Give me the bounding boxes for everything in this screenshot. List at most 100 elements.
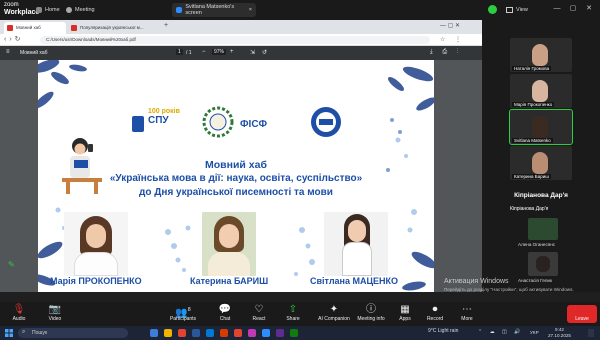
chrome-profile-icon[interactable]	[234, 329, 242, 337]
browser-tab-label: Мовний хаб	[16, 25, 41, 30]
logo-100-years: 100 років	[148, 108, 180, 115]
edge-icon[interactable]	[206, 329, 214, 337]
excel-icon[interactable]	[290, 329, 298, 337]
participant-video-name: Марія Прокопенко	[512, 102, 555, 107]
crest-logo-icon	[132, 116, 144, 132]
participants-button[interactable]: 👥8 Participants	[166, 304, 200, 322]
hamburger-menu-icon[interactable]: ≡	[6, 49, 10, 55]
institute-seal-icon	[311, 107, 341, 137]
browser-tab-label: Популяризація української м...	[80, 25, 144, 30]
zoom-level-input[interactable]: 97%	[212, 49, 227, 55]
participant-list-item[interactable]: Алена Оганесянс	[518, 242, 588, 247]
browser-tab[interactable]: Популяризація української м...	[68, 22, 160, 34]
photos-icon[interactable]	[248, 329, 256, 337]
browser-tab-active[interactable]: Мовний хаб	[4, 22, 66, 34]
show-desktop-icon[interactable]	[588, 329, 594, 337]
speaker-name-3: Світлана МАЦЕНКО	[310, 276, 399, 286]
participant-video-name: Катерина Бариш	[512, 174, 551, 179]
pdf-favicon-icon	[7, 25, 13, 31]
taskbar-clock[interactable]: 9:42 27.10.2025	[548, 327, 571, 339]
speaker-name-1: Марія ПРОКОПЕНКО	[50, 276, 142, 286]
fit-page-icon[interactable]: ⇲	[250, 49, 255, 56]
pdf-favicon-icon	[71, 25, 77, 31]
windows-activation-watermark: Активация Windows Перейдіть до розділу "…	[444, 278, 574, 294]
participant-video-name: Наталія Громова	[512, 66, 552, 71]
participant-video-active-speaker[interactable]: Svitlana Matsenko	[509, 109, 573, 145]
minimize-icon[interactable]: —	[552, 4, 562, 14]
new-tab-icon[interactable]: +	[164, 22, 168, 29]
close-tab-icon[interactable]: ×	[249, 7, 252, 13]
taskbar-search[interactable]: ⌕ Пошук	[18, 328, 128, 338]
address-input[interactable]: C:/Users/usr/Downloads/Мовний%20хаб.pdf	[40, 36, 430, 44]
apps-button[interactable]: ▦ Apps	[390, 304, 420, 322]
activation-subtitle: Перейдіть до розділу "Настройки", щоб ак…	[444, 287, 574, 292]
video-label: Video	[48, 316, 62, 322]
browser-menu-icon[interactable]: ☆ ⋮	[440, 36, 465, 43]
download-print-icons[interactable]: ⤓ ⎙ ⋮	[430, 49, 462, 56]
react-button[interactable]: ♡ React	[244, 304, 274, 322]
wreath-emblem-icon	[202, 106, 234, 138]
close-icon[interactable]: ✕	[584, 4, 594, 14]
participant-video[interactable]: Наталія Громова	[510, 38, 572, 72]
participants-label: Participants	[169, 316, 197, 322]
security-shield-icon[interactable]	[488, 5, 497, 14]
taskbar-search-placeholder: Пошук	[32, 330, 48, 336]
record-button[interactable]: ⏺ Record	[420, 304, 450, 322]
zoom-in-icon[interactable]: +	[230, 49, 234, 55]
keyboard-language[interactable]: УКР	[530, 330, 539, 335]
leave-button[interactable]: Leave	[567, 305, 597, 323]
zoom-app-icon[interactable]	[262, 329, 270, 337]
tab-home[interactable]: Home	[36, 4, 60, 16]
camera-icon: 📷	[48, 304, 62, 315]
microphone-icon: 🎙	[12, 304, 26, 315]
ai-companion-label: AI Companion	[318, 316, 350, 322]
grid-icon	[506, 7, 513, 13]
participant-face	[532, 80, 548, 102]
window-controls[interactable]: — ▢ ✕	[440, 22, 460, 29]
chat-button[interactable]: 💬 Chat	[210, 304, 240, 322]
powerpoint-icon[interactable]	[220, 329, 228, 337]
view-button[interactable]: View	[506, 4, 528, 16]
annotate-pen-icon[interactable]: ✎	[8, 260, 18, 269]
task-view-icon[interactable]	[150, 329, 158, 337]
maximize-icon[interactable]: ▢	[568, 4, 578, 14]
speaker-name-tile[interactable]: Кіпріанова Дар'я	[488, 192, 594, 199]
page-number-input[interactable]: 1	[176, 49, 183, 55]
audio-label: Audio	[12, 316, 26, 322]
more-button[interactable]: ⋯ More	[452, 304, 482, 322]
meeting-info-label: Meeting info	[357, 316, 385, 322]
audio-button[interactable]: 🎙 Audio	[4, 304, 34, 322]
participant-list-item[interactable]: Кіпріанова Дар'я	[510, 206, 580, 212]
teams-icon[interactable]	[276, 329, 284, 337]
share-button[interactable]: ⇧ Share	[278, 304, 308, 322]
participant-video[interactable]: Катерина Бариш	[510, 146, 572, 180]
zoom-out-icon[interactable]: −	[202, 49, 206, 55]
word-icon[interactable]	[192, 329, 200, 337]
people-icon: 👥8	[175, 307, 191, 319]
slide-title-line3: до Дня української писемності та мови	[139, 187, 333, 198]
rotate-icon[interactable]: ↺	[262, 49, 267, 56]
zoom-title-bar: zoom Workplace Home Meeting Svitlana Mat…	[0, 0, 600, 20]
system-tray-icons[interactable]: ⌃ ☁ ◫ 🔊	[478, 329, 523, 335]
tab-shared-screen-label: Svitlana Matsenko's screen	[185, 4, 235, 16]
participant-thumbnail[interactable]	[528, 218, 558, 240]
weather-widget[interactable]: 9°C Light rain	[428, 328, 458, 334]
ai-companion-button[interactable]: ✦ AI Companion	[314, 304, 354, 322]
video-button[interactable]: 📷 Video	[40, 304, 70, 322]
meeting-info-button[interactable]: ⓘ Meeting info	[354, 304, 388, 322]
file-explorer-icon[interactable]	[164, 329, 172, 337]
windows-start-icon[interactable]	[5, 329, 13, 337]
tab-meeting[interactable]: Meeting	[66, 4, 95, 16]
participant-thumbnail[interactable]	[528, 252, 558, 276]
chrome-icon[interactable]	[178, 329, 186, 337]
tab-shared-screen[interactable]: Svitlana Matsenko's screen ×	[172, 3, 256, 17]
zoom-logo: zoom Workplace	[4, 2, 39, 16]
clock-date: 27.10.2025	[548, 333, 571, 338]
nav-arrows-icon[interactable]: ‹›↻	[4, 35, 24, 43]
meeting-icon	[66, 7, 72, 13]
record-label: Record	[426, 316, 444, 322]
more-icon: ⋯	[462, 304, 472, 315]
slide-title-line2: «Українська мова в дії: наука, освіта, с…	[109, 173, 363, 184]
participant-video[interactable]: Марія Прокопенко	[510, 74, 572, 108]
screen: zoom Workplace Home Meeting Svitlana Mat…	[0, 0, 600, 340]
